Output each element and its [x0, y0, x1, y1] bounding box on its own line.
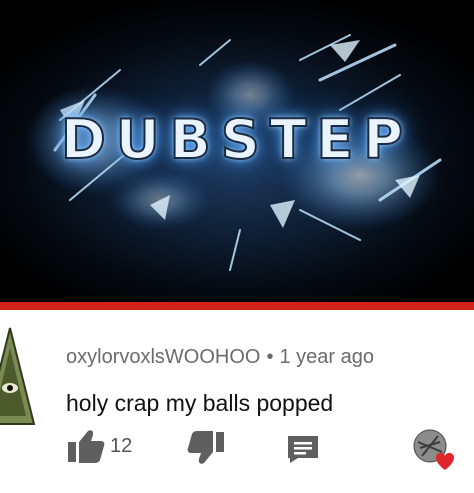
- like-count: 12: [110, 435, 133, 457]
- avatar[interactable]: [0, 326, 36, 426]
- comment-timestamp[interactable]: 1 year ago: [279, 346, 374, 368]
- comment-actions: 12: [66, 428, 466, 470]
- meta-separator: •: [266, 346, 274, 368]
- video-thumbnail[interactable]: DUBSTEP: [0, 0, 474, 310]
- video-title-art: DUBSTEP: [60, 107, 414, 172]
- comment: oxylorvoxlsWOOHOO • 1 year ago holy crap m…: [0, 310, 474, 493]
- comment-author[interactable]: oxylorvoxlsWOOHOO: [66, 346, 260, 368]
- like-button[interactable]: [66, 428, 106, 464]
- thumbs-down-icon: [187, 431, 224, 464]
- thumbs-up-icon: [68, 430, 105, 463]
- creator-heart-badge: [412, 428, 456, 472]
- creator-heart-icon: [413, 429, 455, 470]
- reply-button[interactable]: [286, 434, 320, 464]
- dislike-button[interactable]: [186, 430, 226, 466]
- comment-text: holy crap my balls popped: [66, 390, 334, 416]
- video-progress-bar[interactable]: [0, 302, 474, 310]
- comment-meta: oxylorvoxlsWOOHOO • 1 year ago: [66, 346, 374, 369]
- reply-icon: [288, 436, 318, 463]
- progress-played: [0, 302, 474, 310]
